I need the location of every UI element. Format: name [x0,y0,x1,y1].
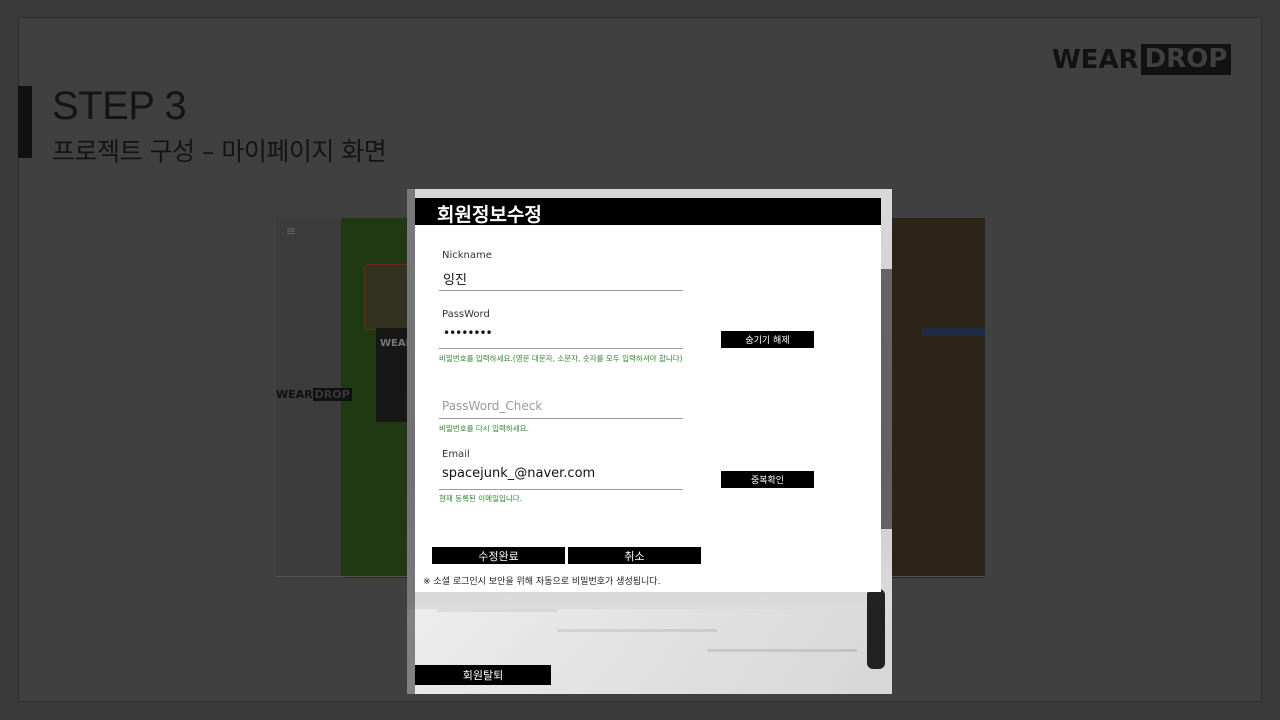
bg-mini-logo-drop: DROP [312,388,352,401]
social-login-note: ※ 소셜 로그인시 보안을 위해 자동으로 비밀번호가 생성됩니다. [423,577,661,587]
email-label: Email [442,449,470,460]
form-title: 회원정보수정 [437,204,542,226]
password-check-underline [439,418,683,419]
password-label: PassWord [442,309,490,320]
email-input[interactable]: spacejunk_@naver.com [442,466,595,481]
bg-mini-logo-wear: WEAR [276,388,313,401]
bg-right-area [892,218,985,578]
password-underline [439,348,683,349]
photo-edge-left [407,189,415,694]
password-input[interactable]: •••••••• [443,326,493,340]
title-accent-bar [18,86,32,158]
nickname-input[interactable]: 잉진 [443,269,467,288]
email-underline [439,489,683,490]
brand-logo-wear: WEAR [1052,44,1139,75]
show-password-button[interactable]: 숨기기 해제 [721,331,814,348]
cancel-button[interactable]: 취소 [568,547,701,564]
brand-logo: WEAR DROP [1052,44,1232,75]
nickname-underline [439,290,683,291]
photo-edge-right [880,269,892,529]
bg-info-box [364,264,412,330]
email-duplicate-check-button[interactable]: 중복확인 [721,471,814,488]
edit-profile-form: 회원정보수정 Nickname 잉진 PassWord •••••••• 숨기기… [415,198,881,592]
withdraw-button[interactable]: 회원탈퇴 [415,665,551,685]
submit-button[interactable]: 수정완료 [432,547,565,564]
password-check-hint: 비밀번호를 다시 입력하세요. [439,424,529,433]
email-hint: 현재 등록된 이메일입니다. [439,494,523,503]
password-hint: 비밀번호를 입력하세요.(영문 대문자, 소문자, 숫자를 모두 입력하셔야 합… [439,354,683,363]
bg-right-stripe [922,328,985,336]
step-title: STEP 3 [52,84,187,128]
password-check-input[interactable]: PassWord_Check [442,399,542,413]
photo-person [867,589,885,669]
step-subtitle: 프로젝트 구성 – 마이페이지 화면 [52,137,387,166]
bg-menu-icon: ≡ [286,224,297,238]
brand-logo-drop: DROP [1140,44,1232,75]
nickname-label: Nickname [442,250,492,261]
bg-mini-logo: WEAR DROP [276,388,352,401]
